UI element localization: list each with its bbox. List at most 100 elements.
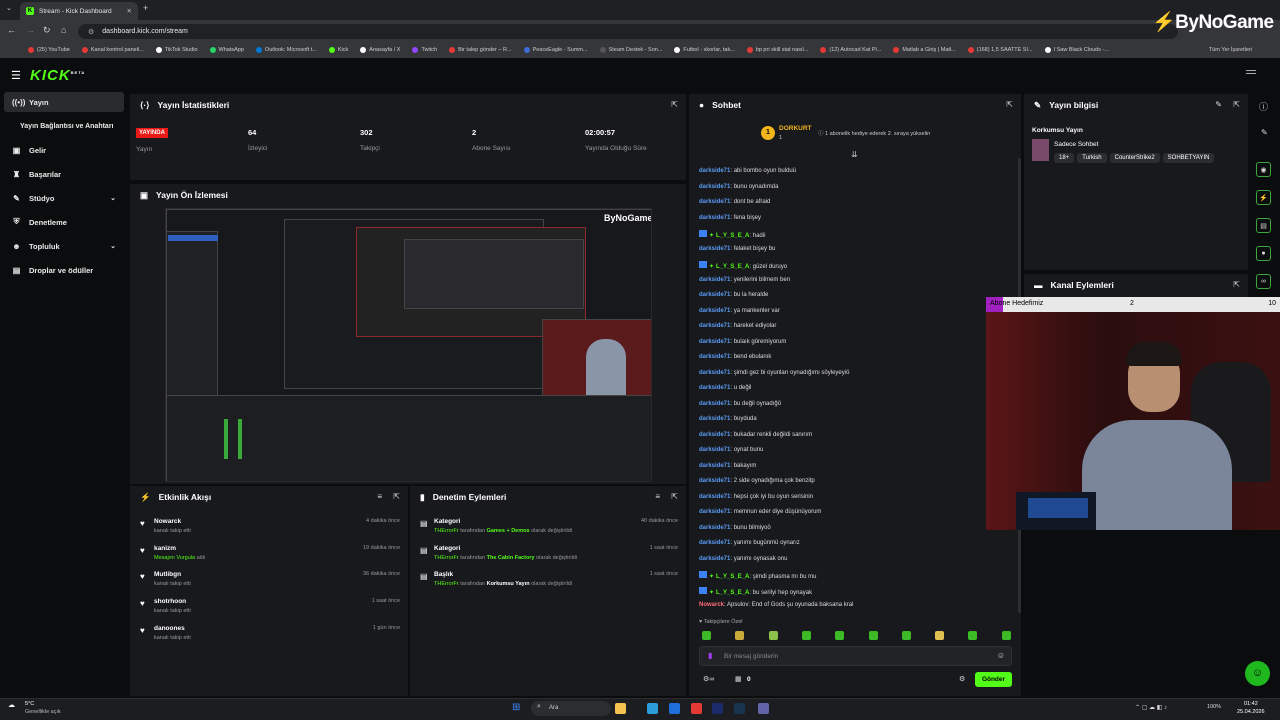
chat-message[interactable]: darkside71: fena bişey xyxy=(699,215,761,221)
chat-message[interactable]: darkside71: u değil xyxy=(699,385,751,391)
stream-tag[interactable]: CounterStrike2 xyxy=(1109,153,1160,163)
expand-icon[interactable]: ⇱ xyxy=(1006,100,1013,109)
chat-message[interactable]: darkside71: bend ebulanık xyxy=(699,354,771,360)
chat-message[interactable]: ✦ L_Y_S_E_A: güzel duruyo xyxy=(699,261,787,270)
chrome-icon[interactable] xyxy=(691,703,702,714)
sidebar-item-studyo[interactable]: ✎ Stüdyo ⌄ xyxy=(4,188,124,208)
pinned-user[interactable]: DORKURT xyxy=(779,125,812,132)
stream-preview-video[interactable]: ByNoGame xyxy=(165,208,652,482)
chat-message[interactable]: darkside71: bukadar renkli değildi sanır… xyxy=(699,432,812,438)
bookmark-item[interactable]: Kick xyxy=(328,47,348,53)
expand-icon[interactable]: ⇱ xyxy=(1233,100,1240,109)
chat-message[interactable]: darkside71: bulaık göremiyorum xyxy=(699,339,786,345)
bookmark-item[interactable]: Outlook: Microsoft t... xyxy=(255,47,317,53)
emote-icon[interactable] xyxy=(935,631,945,640)
bookmark-item[interactable]: (168) 1,5 SAATTE SI... xyxy=(967,47,1033,53)
settings-icon[interactable]: ⚙ xyxy=(959,675,965,683)
sidebar-item-gelir[interactable]: ▣ Gelir xyxy=(4,140,124,160)
emote-icon[interactable] xyxy=(735,631,745,640)
chat-username[interactable]: darkside71 xyxy=(699,370,730,376)
chat-message[interactable]: Nowarck: Apsulov: End of Gods şu oyunada… xyxy=(699,602,853,608)
mail-icon[interactable] xyxy=(669,703,680,714)
chat-settings-icon[interactable]: ⚙∞ xyxy=(703,675,714,683)
chat-username[interactable]: darkside71 xyxy=(699,323,730,329)
emote-icon[interactable] xyxy=(968,631,978,640)
bookmark-item[interactable]: Kanal kontrol paneli... xyxy=(81,47,144,53)
bookmark-item[interactable]: PeaceEagle - Summ... xyxy=(523,47,588,53)
microphone-icon[interactable]: ▮ xyxy=(708,651,712,660)
chat-message[interactable]: darkside71: bakayım xyxy=(699,463,756,469)
moderation-item[interactable]: ▤ Kategori THErrorFr tarafından The Cabin … xyxy=(420,543,678,567)
emote-icon[interactable] xyxy=(801,631,811,640)
kick-logo[interactable]: KICKBETA xyxy=(30,67,85,84)
bookmark-item[interactable]: I Saw Black Clouds -... xyxy=(1044,47,1109,53)
stream-tag[interactable]: Turkish xyxy=(1077,153,1107,163)
windows-start-icon[interactable]: ⊞ xyxy=(512,702,520,713)
chat-message[interactable]: ✦ L_Y_S_E_A: şimdi phasma mı bu mu xyxy=(699,571,816,580)
forward-icon[interactable]: → xyxy=(26,25,35,35)
chat-username[interactable]: darkside71 xyxy=(699,184,730,190)
activity-item[interactable]: ♥ danoones kanalı takip etti 1 gün önce xyxy=(140,623,400,647)
chat-username[interactable]: darkside71 xyxy=(699,463,730,469)
bookmark-item[interactable]: bp pri skill stat nasıl... xyxy=(746,47,808,53)
chat-input[interactable]: ▮ Bir mesaj gönderin ☺ xyxy=(699,646,1012,666)
expand-icon[interactable]: ⇱ xyxy=(393,492,400,501)
chat-message[interactable]: darkside71: bu değil oynadığö xyxy=(699,401,781,407)
tab-search-icon[interactable]: ⌄ xyxy=(6,4,12,12)
rail-button-link[interactable]: ∞ xyxy=(1256,274,1271,289)
chat-message[interactable]: darkside71: bunu oynadımda xyxy=(699,184,778,190)
moderation-item[interactable]: ▤ Başlık THErrorFr tarafından Korkumsu Yay… xyxy=(420,569,678,593)
chat-username[interactable]: darkside71 xyxy=(699,385,730,391)
stream-tag[interactable]: 18+ xyxy=(1054,153,1075,163)
bookmark-item[interactable]: (25) YouTube xyxy=(28,47,70,53)
expand-icon[interactable]: ⇱ xyxy=(671,100,678,109)
pen-icon[interactable]: ✎ xyxy=(1261,128,1268,137)
filter-icon[interactable]: ≡ xyxy=(655,492,660,501)
bookmark-item[interactable]: Steam Destek - Son... xyxy=(599,47,662,53)
activity-item[interactable]: ♥ Mutlibgn kanalı takip etti 36 dakika önce xyxy=(140,569,400,593)
chat-username[interactable]: darkside71 xyxy=(699,277,730,283)
chat-username[interactable]: darkside71 xyxy=(699,478,730,484)
bookmark-item[interactable]: Anasayfa / X xyxy=(360,47,400,53)
chat-username[interactable]: darkside71 xyxy=(699,354,730,360)
chat-message[interactable]: darkside71: hepsi çok iyi bu oyun serisi… xyxy=(699,494,813,500)
chat-message[interactable]: darkside71: şimdi gez bi oyunları oynadı… xyxy=(699,370,849,376)
chat-message[interactable]: darkside71: felaket bişey bu xyxy=(699,246,775,252)
send-button[interactable]: Gönder xyxy=(975,672,1012,687)
chat-message[interactable]: darkside71: memnun eder diye düşünüyorum xyxy=(699,509,821,515)
steam-icon[interactable] xyxy=(734,703,745,714)
scroll-down-icon[interactable]: ⇊ xyxy=(851,150,858,159)
emote-icon[interactable] xyxy=(702,631,711,640)
menu-icon[interactable]: ☰ xyxy=(11,69,21,82)
chat-message[interactable]: darkside71: oynat bunu xyxy=(699,447,763,453)
chat-username[interactable]: darkside71 xyxy=(699,525,730,531)
chat-username[interactable]: L_Y_S_E_A xyxy=(716,264,749,270)
reload-icon[interactable]: ↻ xyxy=(43,25,51,36)
chat-username[interactable]: L_Y_S_E_A xyxy=(716,233,749,239)
sidebar-item-denetleme[interactable]: ⛨ Denetleme xyxy=(4,212,124,232)
chat-username[interactable]: darkside71 xyxy=(699,292,730,298)
emote-icon[interactable] xyxy=(868,631,878,640)
chat-username[interactable]: darkside71 xyxy=(699,447,730,453)
chat-message[interactable]: darkside71: yanımı bugünmü oynarız xyxy=(699,540,800,546)
edit-icon[interactable]: ✎ xyxy=(1215,100,1222,109)
site-settings-icon[interactable]: ⚙ xyxy=(88,28,94,36)
bookmark-item[interactable]: Futbol - skorlar, tak... xyxy=(674,47,735,53)
chat-username[interactable]: darkside71 xyxy=(699,215,730,221)
url-field[interactable]: ⚙ dashboard.kick.com/stream xyxy=(78,24,1178,39)
chat-message[interactable]: darkside71: yenilerini bilmem ben xyxy=(699,277,790,283)
edge-icon[interactable] xyxy=(647,703,658,714)
close-tab-icon[interactable]: ✕ xyxy=(127,7,132,15)
chat-message[interactable]: darkside71: hareket ediyolar xyxy=(699,323,776,329)
chat-message[interactable]: darkside71: yanımı oynasak onu xyxy=(699,556,787,562)
chat-username[interactable]: darkside71 xyxy=(699,432,730,438)
info-circle-icon[interactable]: ⓘ xyxy=(1259,100,1268,113)
taskbar-search[interactable]: ⌕ Ara xyxy=(531,701,611,716)
tray-icons[interactable]: ⌃ ▢ ☁ ◧ ♪ xyxy=(1135,704,1167,711)
chat-message[interactable]: darkside71: ya mankenler var xyxy=(699,308,780,314)
activity-item[interactable]: ♥ Nowarck kanalı takip etti 4 dakika önce xyxy=(140,516,400,540)
chat-username[interactable]: darkside71 xyxy=(699,540,730,546)
expand-icon[interactable]: ⇱ xyxy=(1233,280,1240,289)
bookmark-item[interactable]: WhatsApp xyxy=(209,47,244,53)
activity-item[interactable]: ♥ shotrhoon kanalı takip etti 1 saat önce xyxy=(140,596,400,620)
